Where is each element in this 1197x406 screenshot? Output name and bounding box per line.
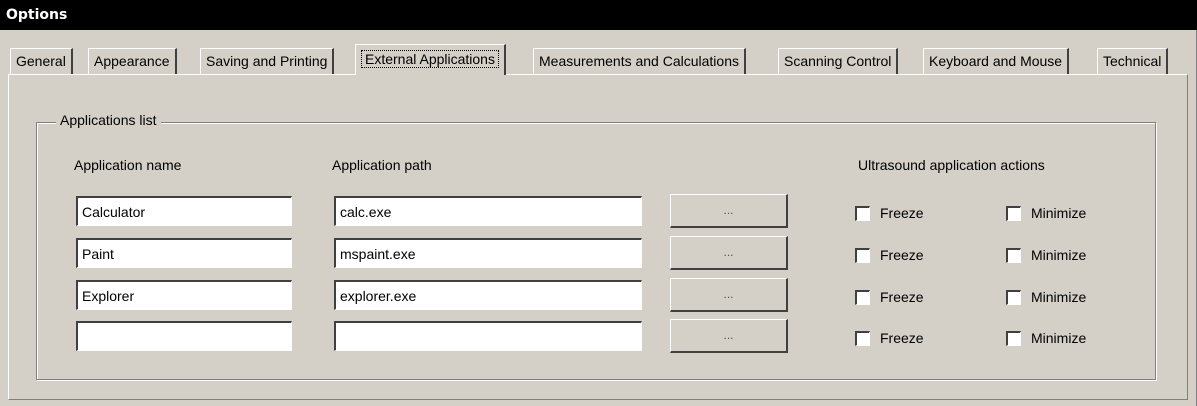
application-path-field[interactable] bbox=[334, 238, 642, 268]
checkbox-box bbox=[1006, 247, 1021, 263]
checkbox-label: Freeze bbox=[880, 205, 924, 221]
checkbox-label: Minimize bbox=[1031, 289, 1087, 305]
checkbox-label: Minimize bbox=[1031, 330, 1087, 346]
minimize-checkbox[interactable]: Minimize bbox=[1006, 245, 1086, 265]
tab-label: Technical bbox=[1103, 53, 1162, 69]
tab-technical[interactable]: Technical bbox=[1097, 48, 1169, 74]
application-name-field[interactable] bbox=[76, 321, 292, 351]
tab-keyboard-and-mouse[interactable]: Keyboard and Mouse bbox=[923, 48, 1070, 74]
tab-label: Keyboard and Mouse bbox=[929, 53, 1063, 69]
window-title: Options bbox=[6, 7, 68, 23]
tab-external-applications[interactable]: External Applications bbox=[355, 44, 506, 75]
application-name-field[interactable] bbox=[76, 280, 292, 310]
freeze-checkbox[interactable]: Freeze bbox=[855, 245, 924, 265]
application-name-field[interactable] bbox=[76, 238, 292, 268]
checkbox-label: Minimize bbox=[1031, 205, 1087, 221]
tab-label: General bbox=[16, 53, 66, 69]
browse-button[interactable]: ... bbox=[670, 319, 788, 353]
tab-label: External Applications bbox=[361, 50, 499, 68]
application-name-header: Application name bbox=[74, 157, 182, 173]
minimize-checkbox[interactable]: Minimize bbox=[1006, 203, 1086, 223]
minimize-checkbox[interactable]: Minimize bbox=[1006, 287, 1086, 307]
tab-strip: General Appearance Saving and Printing E… bbox=[10, 44, 1190, 75]
groupbox-label: Applications list bbox=[56, 112, 161, 128]
checkbox-box bbox=[1006, 289, 1021, 305]
freeze-checkbox[interactable]: Freeze bbox=[855, 328, 924, 348]
tab-label: Scanning Control bbox=[784, 53, 892, 69]
tab-general[interactable]: General bbox=[10, 48, 73, 74]
options-dialog: Options General Appearance Saving and Pr… bbox=[0, 0, 1197, 406]
browse-button[interactable]: ... bbox=[670, 278, 788, 312]
checkbox-label: Freeze bbox=[880, 330, 924, 346]
browse-button[interactable]: ... bbox=[670, 236, 788, 270]
freeze-checkbox[interactable]: Freeze bbox=[855, 203, 924, 223]
actions-header: Ultrasound application actions bbox=[858, 157, 1045, 173]
tab-measurements-and-calculations[interactable]: Measurements and Calculations bbox=[533, 48, 746, 74]
checkbox-box bbox=[1006, 330, 1021, 346]
application-path-field[interactable] bbox=[334, 280, 642, 310]
checkbox-label: Freeze bbox=[880, 247, 924, 263]
application-path-header: Application path bbox=[332, 157, 432, 173]
checkbox-box bbox=[855, 289, 870, 305]
checkbox-box bbox=[855, 247, 870, 263]
checkbox-box bbox=[855, 330, 870, 346]
checkbox-box bbox=[855, 205, 870, 221]
title-bar: Options bbox=[0, 0, 1197, 30]
checkbox-box bbox=[1006, 205, 1021, 221]
tab-saving-and-printing[interactable]: Saving and Printing bbox=[200, 48, 335, 74]
application-name-field[interactable] bbox=[76, 196, 292, 226]
checkbox-label: Freeze bbox=[880, 289, 924, 305]
tab-label: Measurements and Calculations bbox=[539, 53, 739, 69]
tab-label: Saving and Printing bbox=[206, 53, 328, 69]
tab-appearance[interactable]: Appearance bbox=[88, 48, 177, 74]
application-path-field[interactable] bbox=[334, 196, 642, 226]
checkbox-label: Minimize bbox=[1031, 247, 1087, 263]
browse-button[interactable]: ... bbox=[670, 194, 788, 228]
application-path-field[interactable] bbox=[334, 321, 642, 351]
tab-scanning-control[interactable]: Scanning Control bbox=[778, 48, 899, 74]
freeze-checkbox[interactable]: Freeze bbox=[855, 287, 924, 307]
minimize-checkbox[interactable]: Minimize bbox=[1006, 328, 1086, 348]
tab-label: Appearance bbox=[94, 53, 170, 69]
